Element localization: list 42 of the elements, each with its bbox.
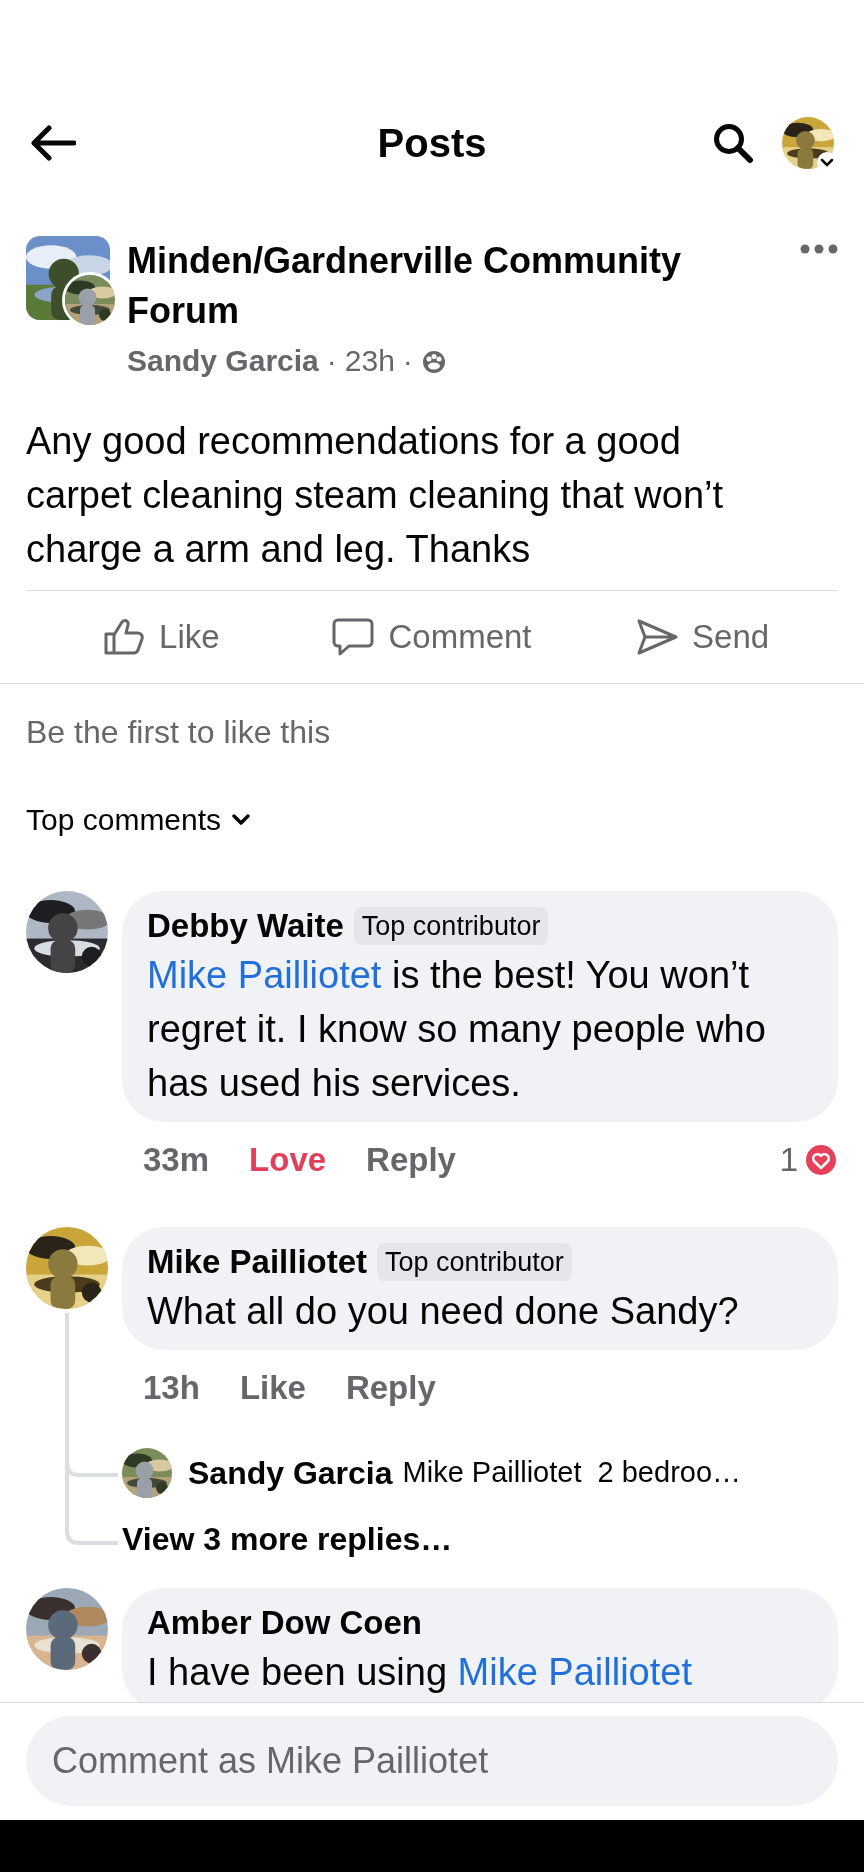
comment-text: Mike Pailliotet is the best! You won’t regret it. I know so many people who has used his services. — [147, 953, 767, 1106]
thumbs-up-icon — [103, 618, 146, 656]
reply-text: Mike Pailliotet 2 bedroo… — [402, 1455, 742, 1491]
view-more-replies-link[interactable]: View 3 more replies… — [122, 1517, 838, 1561]
react-button[interactable]: Like — [239, 1366, 306, 1410]
contributor-badge: Top contributor — [353, 907, 549, 945]
comment-time: 13h — [143, 1368, 200, 1408]
search-icon[interactable] — [712, 121, 754, 164]
send-button[interactable]: Send — [567, 591, 838, 683]
comment-input-field[interactable]: Comment as Mike Pailliotet — [26, 1716, 838, 1806]
separator-dot: · — [326, 343, 337, 379]
post-time: 23h — [344, 343, 395, 379]
comment-text: I have been using Mike Pailliotet — [147, 1650, 693, 1695]
group-name[interactable]: Minden/Gardnerville Community Forum — [127, 236, 783, 336]
commenter-name[interactable]: Amber Dow Coen — [147, 1601, 423, 1645]
author-name[interactable]: Sandy Garcia — [127, 340, 319, 382]
comment-time: 33m — [143, 1140, 210, 1180]
reply-author[interactable]: Sandy Garcia — [188, 1449, 393, 1497]
more-options-icon[interactable] — [800, 244, 838, 254]
speech-bubble-icon — [332, 617, 375, 657]
reply-button[interactable]: Reply — [366, 1138, 456, 1182]
send-icon — [636, 618, 679, 656]
back-arrow-icon[interactable] — [30, 124, 76, 161]
reply-button[interactable]: Reply — [345, 1366, 436, 1410]
page-title: Posts — [376, 119, 488, 167]
post-text: Any good recommendations for a good carpet cleaning steam cleaning that won’t charge a arm and leg. Thanks — [26, 419, 725, 572]
sort-dropdown[interactable]: Top comments — [26, 800, 252, 840]
comment-button[interactable]: Comment — [296, 591, 568, 683]
reaction-count: 1 — [779, 1140, 798, 1180]
separator-dot: · — [402, 343, 413, 379]
comment-text: What all do you need done Sandy? — [147, 1289, 740, 1334]
chevron-down-icon — [231, 813, 252, 827]
mention-link[interactable]: Mike Pailliotet — [457, 1651, 692, 1693]
mention-link[interactable]: Mike Pailliotet — [147, 954, 382, 996]
commenter-name[interactable]: Debby Waite — [147, 904, 344, 948]
heart-reaction-icon — [804, 1143, 838, 1177]
reactions-summary: Be the first to like this — [25, 713, 332, 752]
contributor-badge: Top contributor — [377, 1243, 572, 1281]
react-button[interactable]: Love — [249, 1138, 327, 1182]
like-button[interactable]: Like — [26, 591, 297, 683]
commenter-name[interactable]: Mike Pailliotet — [147, 1240, 368, 1284]
group-icon — [420, 348, 447, 374]
